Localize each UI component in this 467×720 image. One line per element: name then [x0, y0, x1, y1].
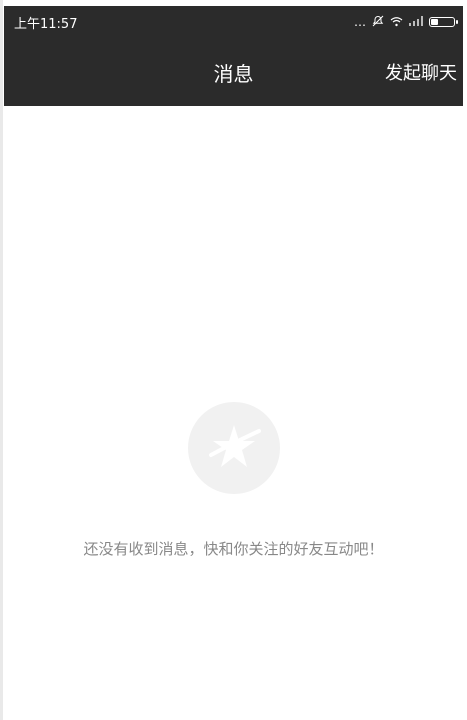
- star-icon: [188, 402, 280, 494]
- wifi-icon: [390, 16, 403, 29]
- message-list-empty: 还没有收到消息，快和你关注的好友互动吧！: [4, 106, 463, 720]
- signal-icon: [409, 16, 423, 28]
- start-chat-button[interactable]: 发起聊天: [385, 38, 457, 106]
- status-time: 上午11:57: [14, 16, 78, 32]
- window-edge: [0, 0, 3, 720]
- battery-icon: [429, 17, 458, 27]
- nav-header: 消息 发起聊天: [4, 38, 463, 106]
- status-icons: …: [354, 15, 458, 29]
- empty-state-text: 还没有收到消息，快和你关注的好友互动吧！: [83, 540, 384, 558]
- status-bar: 上午11:57 …: [4, 6, 463, 38]
- mute-bell-icon: [372, 15, 384, 29]
- dots-icon: …: [354, 15, 366, 29]
- screenshot-frame: 上午11:57 … 消息 发起聊天 还没有收到消息，快和你关注的好友互动吧！: [0, 0, 467, 720]
- phone-screen: 上午11:57 … 消息 发起聊天 还没有收到消息，快和你关注的好友互动吧！: [4, 6, 463, 720]
- battery-fill: [431, 19, 439, 25]
